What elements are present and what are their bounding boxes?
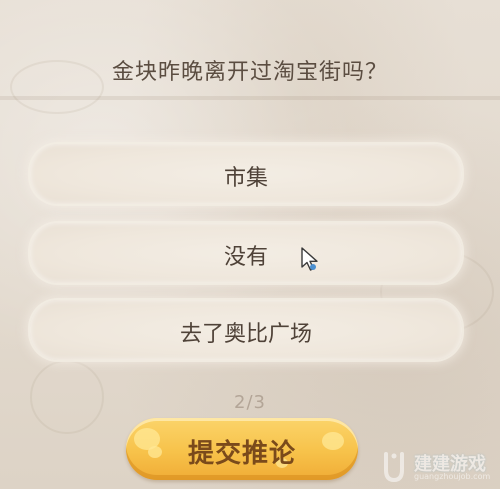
answer-option-market[interactable]: 市集: [30, 144, 462, 204]
submit-deduction-button[interactable]: 提交推论: [126, 418, 358, 480]
answer-option-label: 市集: [223, 166, 268, 191]
submit-button-label: 提交推论: [187, 439, 296, 469]
page-indicator: 2/3: [234, 392, 266, 413]
watermark-subtext: guangzhoujob.com: [414, 472, 491, 481]
watermark: 建建游戏 guangzhoujob.com: [380, 444, 500, 489]
watermark-logo-icon: [384, 452, 404, 483]
divider: [0, 96, 500, 100]
mouse-pointer-icon: [301, 247, 318, 271]
answer-option-obi-plaza[interactable]: 去了奥比广场: [30, 300, 462, 360]
answer-option-label: 去了奥比广场: [179, 322, 312, 347]
answer-option-no[interactable]: 没有: [30, 223, 462, 283]
game-screen: 金块昨晚离开过淘宝街吗？ 市集 没有 去了奥比广场 2/3 提交推论 建建游戏 …: [0, 0, 500, 489]
question-panel: 金块昨晚离开过淘宝街吗？: [0, 20, 500, 102]
question-text: 金块昨晚离开过淘宝街吗？: [111, 60, 388, 85]
answer-option-label: 没有: [223, 245, 268, 270]
